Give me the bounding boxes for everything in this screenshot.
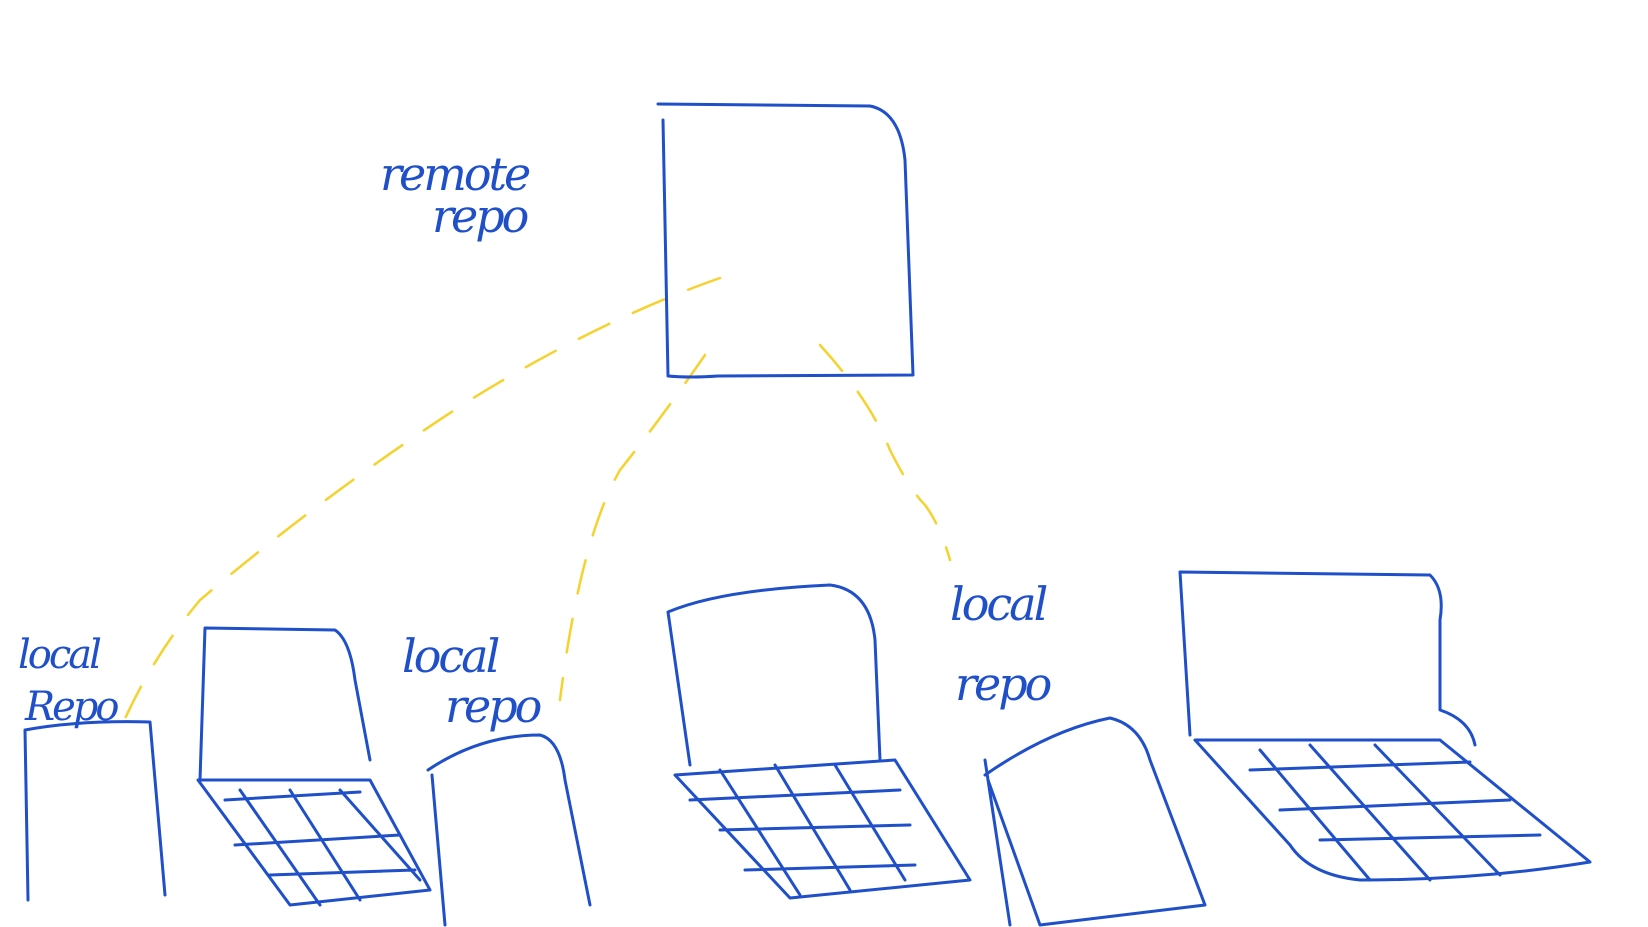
laptop-1: local Repo (18, 626, 432, 907)
laptop-4-screen (1178, 570, 1477, 747)
remote-repo-node: remote repo (380, 102, 915, 379)
laptop-4-panel-leg (983, 758, 1012, 927)
laptop-1-keyboard-grid (223, 788, 422, 907)
laptop-4-side-panel (983, 716, 1207, 927)
connection-lines (118, 276, 952, 732)
laptop-3-label-line2: repo (955, 657, 1051, 711)
laptop-3 (666, 583, 972, 900)
laptop-1-label-line1: local (18, 632, 101, 678)
laptop-2-side-panel (426, 733, 592, 927)
laptop-3-keyboard-grid (688, 763, 917, 897)
laptop-3-label-line1: local (950, 577, 1047, 631)
laptop-4 (1178, 570, 1592, 882)
laptop-2: local repo (402, 629, 592, 927)
laptop-3-screen (666, 583, 882, 767)
laptop-4-panel: local repo (950, 577, 1207, 927)
link-remote-to-laptop-3 (818, 343, 952, 562)
laptop-2-label-line2: repo (445, 679, 541, 733)
laptop-1-label-line2: Repo (24, 684, 118, 730)
laptop-4-keyboard (1193, 738, 1592, 882)
laptop-2-label-line1: local (402, 629, 499, 683)
laptop-1-side-panel (23, 720, 167, 902)
laptop-1-screen (198, 626, 372, 782)
diagram-canvas: remote repo local Repo local repo local … (18, 102, 1592, 927)
laptop-4-keyboard-grid (1248, 743, 1542, 882)
remote-repo-label-line2: repo (432, 189, 528, 243)
link-remote-to-laptop-2 (558, 353, 707, 702)
remote-repo-box (656, 102, 915, 379)
